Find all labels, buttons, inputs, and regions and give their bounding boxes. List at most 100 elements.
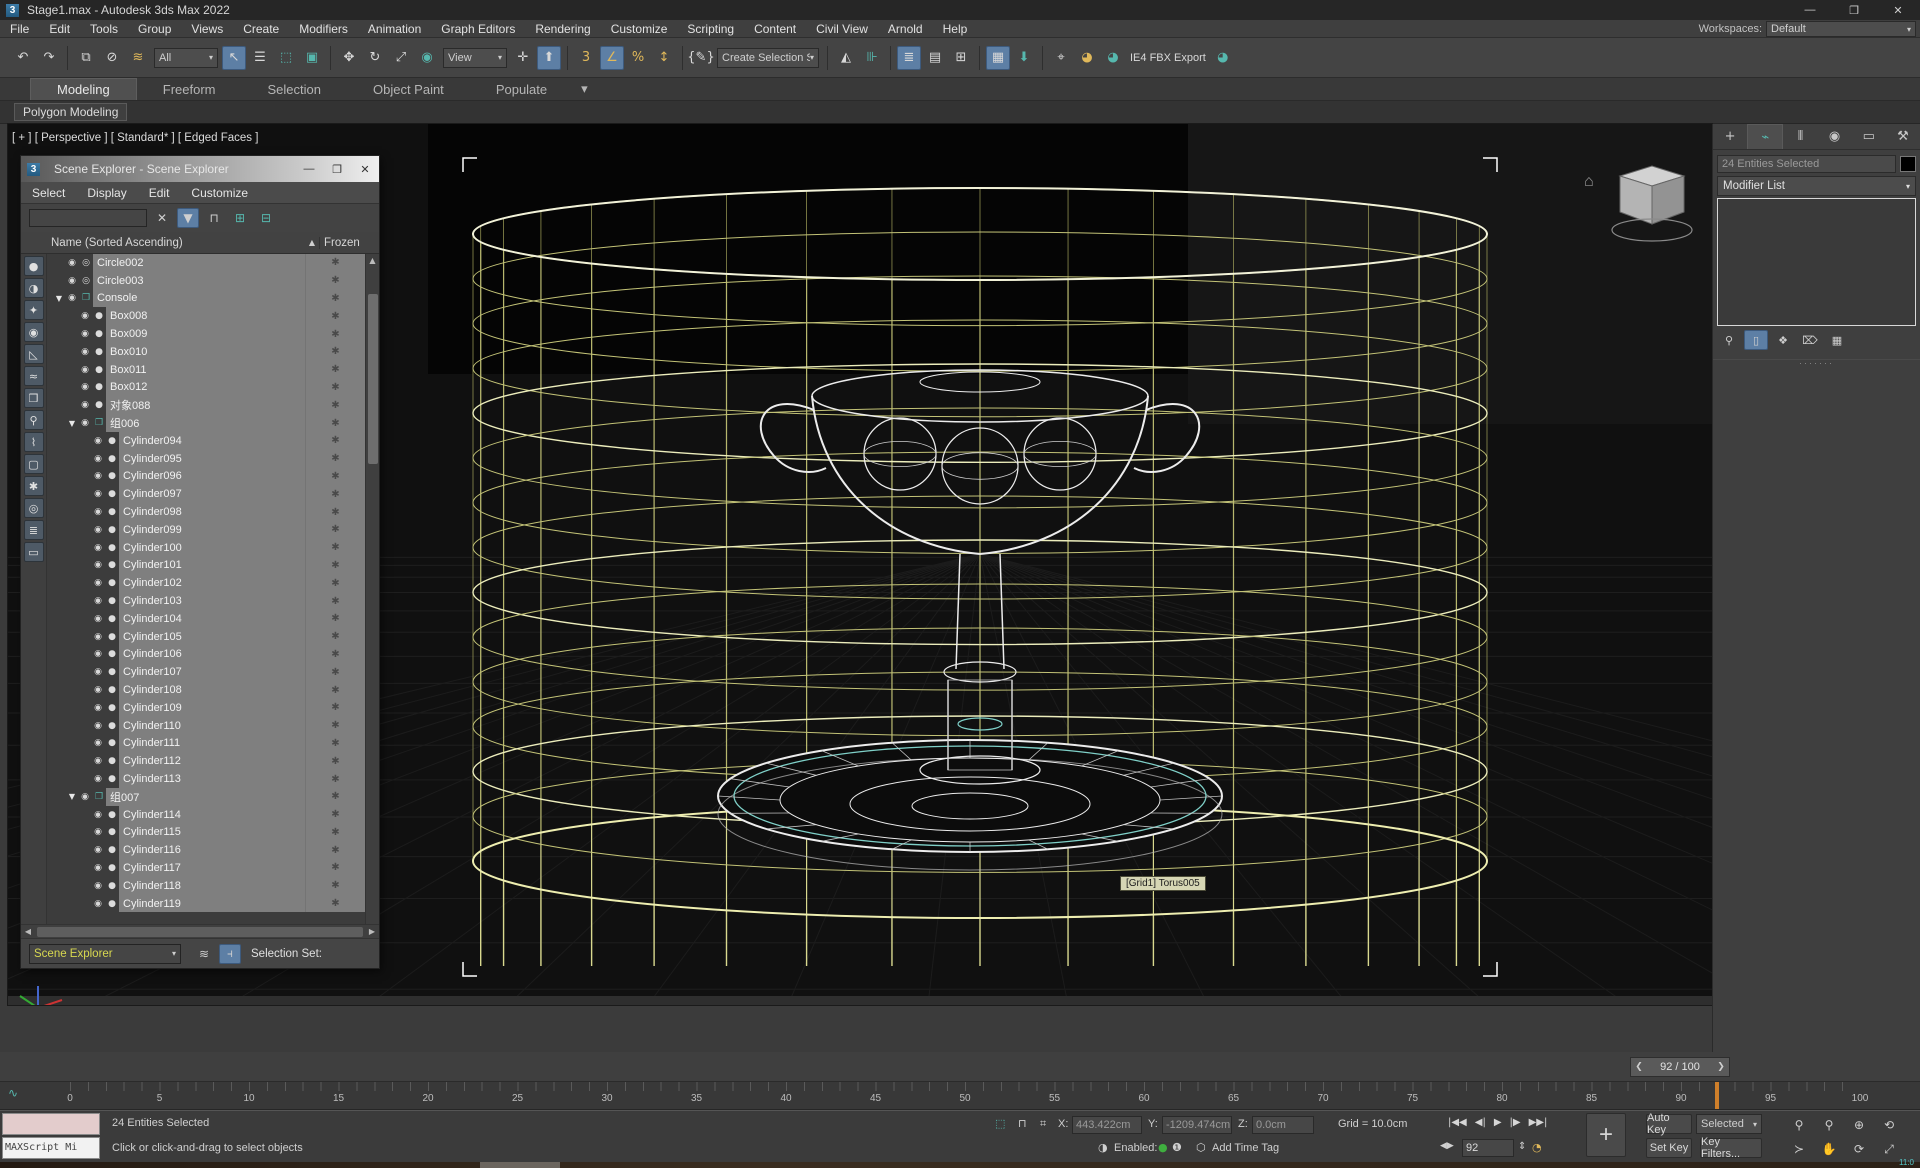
frozen-toggle-icon[interactable]: ✱ xyxy=(305,254,365,272)
frozen-toggle-icon[interactable]: ✱ xyxy=(305,646,365,664)
frozen-toggle-icon[interactable]: ✱ xyxy=(305,325,365,343)
expand-all-icon[interactable]: ⊞ xyxy=(229,208,251,228)
scene-explorer-row[interactable]: ◉●Cylinder101✱ xyxy=(47,557,365,575)
isolate-selection-icon[interactable]: ⬚ xyxy=(995,1117,1005,1130)
time-slider[interactable]: ❮ 92 / 100 ❯ xyxy=(1630,1057,1730,1077)
frozen-toggle-icon[interactable]: ✱ xyxy=(305,450,365,468)
rollout-divider[interactable]: ······· xyxy=(1713,359,1920,366)
use-pivot-center-icon[interactable]: ✛ xyxy=(511,46,535,70)
menu-arnold[interactable]: Arnold xyxy=(878,20,933,38)
frozen-toggle-icon[interactable]: ✱ xyxy=(305,539,365,557)
scene-explorer-row[interactable]: ◉●Box009✱ xyxy=(47,325,365,343)
add-time-tag-text[interactable]: Add Time Tag xyxy=(1212,1142,1279,1154)
se-close-button[interactable]: ✕ xyxy=(351,163,379,176)
render-setup-icon[interactable]: ⬇ xyxy=(1012,46,1036,70)
ribbon-tab-populate[interactable]: Populate xyxy=(470,79,573,100)
scrollbar-thumb[interactable] xyxy=(368,294,378,464)
menu-help[interactable]: Help xyxy=(933,20,978,38)
select-and-rotate-icon[interactable]: ↻ xyxy=(363,46,387,70)
object-name[interactable]: Cylinder109 xyxy=(119,699,305,717)
visibility-eye-icon[interactable]: ◉ xyxy=(91,738,105,748)
ribbon-tab-object-paint[interactable]: Object Paint xyxy=(347,79,470,100)
hierarchy-tab[interactable]: ⫴ xyxy=(1783,124,1817,149)
object-name[interactable]: Cylinder095 xyxy=(119,450,305,468)
visibility-eye-icon[interactable]: ◉ xyxy=(65,258,79,268)
object-name[interactable]: Cylinder111 xyxy=(119,735,305,753)
frozen-toggle-icon[interactable]: ✱ xyxy=(305,752,365,770)
object-name[interactable]: Cylinder097 xyxy=(119,485,305,503)
key-filters-button[interactable]: Key Filters... xyxy=(1700,1138,1762,1158)
scene-explorer-row[interactable]: ◉●Cylinder105✱ xyxy=(47,628,365,646)
scene-explorer-row[interactable]: ◉●Box012✱ xyxy=(47,379,365,397)
frozen-toggle-icon[interactable]: ✱ xyxy=(305,521,365,539)
object-name[interactable]: Console xyxy=(93,290,305,308)
hierarchy-view-icon[interactable]: ⫞ xyxy=(219,944,241,964)
visibility-eye-icon[interactable]: ◉ xyxy=(91,578,105,588)
select-and-link-icon[interactable]: ⧉ xyxy=(74,46,98,70)
set-key-button[interactable]: Set Key xyxy=(1646,1138,1692,1158)
visibility-eye-icon[interactable]: ◉ xyxy=(91,703,105,713)
display-hidden-icon[interactable]: ◎ xyxy=(24,498,44,518)
frozen-toggle-icon[interactable]: ✱ xyxy=(305,699,365,717)
object-name[interactable]: Cylinder113 xyxy=(119,770,305,788)
scene-explorer-row[interactable]: ◉●Cylinder116✱ xyxy=(47,841,365,859)
visibility-eye-icon[interactable]: ◉ xyxy=(78,792,92,802)
visibility-eye-icon[interactable]: ◉ xyxy=(91,436,105,446)
menu-customize[interactable]: Customize xyxy=(601,20,678,38)
go-to-end-icon[interactable]: ▶▶| xyxy=(1529,1117,1548,1128)
explorer-selector-dropdown[interactable]: Scene Explorer ▾ xyxy=(29,944,181,964)
menu-group[interactable]: Group xyxy=(128,20,181,38)
menu-content[interactable]: Content xyxy=(744,20,806,38)
ribbon-tab-selection[interactable]: Selection xyxy=(242,79,347,100)
undo-icon[interactable]: ↶ xyxy=(11,46,35,70)
frozen-toggle-icon[interactable]: ✱ xyxy=(305,343,365,361)
scene-explorer-row[interactable]: ▼◉❒组007✱ xyxy=(47,788,365,806)
object-name[interactable]: Box012 xyxy=(106,379,305,397)
scene-explorer-row[interactable]: ◉●Cylinder095✱ xyxy=(47,450,365,468)
scene-explorer-row[interactable]: ◉●Cylinder119✱ xyxy=(47,895,365,913)
frozen-toggle-icon[interactable]: ✱ xyxy=(305,735,365,753)
enabled-one-icon[interactable]: ❶ xyxy=(1172,1141,1182,1154)
frozen-toggle-icon[interactable]: ✱ xyxy=(305,272,365,290)
visibility-eye-icon[interactable]: ◉ xyxy=(91,774,105,784)
mini-trackbar-icon[interactable]: ∿ xyxy=(8,1086,18,1100)
frozen-toggle-icon[interactable]: ✱ xyxy=(305,628,365,646)
zoom-all-icon[interactable]: ⚲ xyxy=(1816,1115,1842,1135)
visibility-eye-icon[interactable]: ◉ xyxy=(65,293,79,303)
display-shapes-icon[interactable]: ◑ xyxy=(24,278,44,298)
visibility-eye-icon[interactable]: ◉ xyxy=(91,471,105,481)
search-input[interactable] xyxy=(29,209,147,227)
object-name[interactable]: Cylinder099 xyxy=(119,521,305,539)
scene-explorer-row[interactable]: ◉●Cylinder111✱ xyxy=(47,735,365,753)
scene-explorer-row[interactable]: ◉●Cylinder104✱ xyxy=(47,610,365,628)
visibility-eye-icon[interactable]: ◉ xyxy=(91,810,105,820)
align-icon[interactable]: ⊪ xyxy=(860,46,884,70)
object-name[interactable]: Box009 xyxy=(106,325,305,343)
menu-animation[interactable]: Animation xyxy=(358,20,431,38)
snap-toggle-icon[interactable]: 3 xyxy=(574,46,598,70)
menu-views[interactable]: Views xyxy=(181,20,233,38)
pin-stack-icon[interactable]: ⚲ xyxy=(1717,330,1741,350)
scene-explorer-row[interactable]: ◉●Cylinder103✱ xyxy=(47,592,365,610)
frozen-toggle-icon[interactable]: ✱ xyxy=(305,717,365,735)
scene-explorer-row[interactable]: ◉●对象088✱ xyxy=(47,396,365,414)
frozen-toggle-icon[interactable]: ✱ xyxy=(305,895,365,913)
visibility-eye-icon[interactable]: ◉ xyxy=(78,329,92,339)
scene-explorer-row[interactable]: ◉◎Circle003✱ xyxy=(47,272,365,290)
clear-search-icon[interactable]: ✕ xyxy=(151,208,173,228)
visibility-eye-icon[interactable]: ◉ xyxy=(91,667,105,677)
maximize-viewport-icon[interactable]: ⤢ xyxy=(1876,1139,1902,1159)
display-frozen-icon[interactable]: ✱ xyxy=(24,476,44,496)
object-name[interactable]: Cylinder103 xyxy=(119,592,305,610)
select-and-place-icon[interactable]: ◉ xyxy=(415,46,439,70)
current-frame-marker[interactable] xyxy=(1715,1082,1719,1109)
column-header-row[interactable]: Name (Sorted Ascending) ▲ Frozen xyxy=(21,232,379,254)
frozen-toggle-icon[interactable]: ✱ xyxy=(305,859,365,877)
visibility-eye-icon[interactable]: ◉ xyxy=(91,507,105,517)
object-name[interactable]: Circle003 xyxy=(93,272,305,290)
frozen-toggle-icon[interactable]: ✱ xyxy=(305,806,365,824)
object-name[interactable]: 对象088 xyxy=(106,396,305,414)
spinner-snap-icon[interactable]: ↕ xyxy=(652,46,676,70)
object-name[interactable]: Box011 xyxy=(106,361,305,379)
object-name-field[interactable]: 24 Entities Selected xyxy=(1717,155,1896,173)
